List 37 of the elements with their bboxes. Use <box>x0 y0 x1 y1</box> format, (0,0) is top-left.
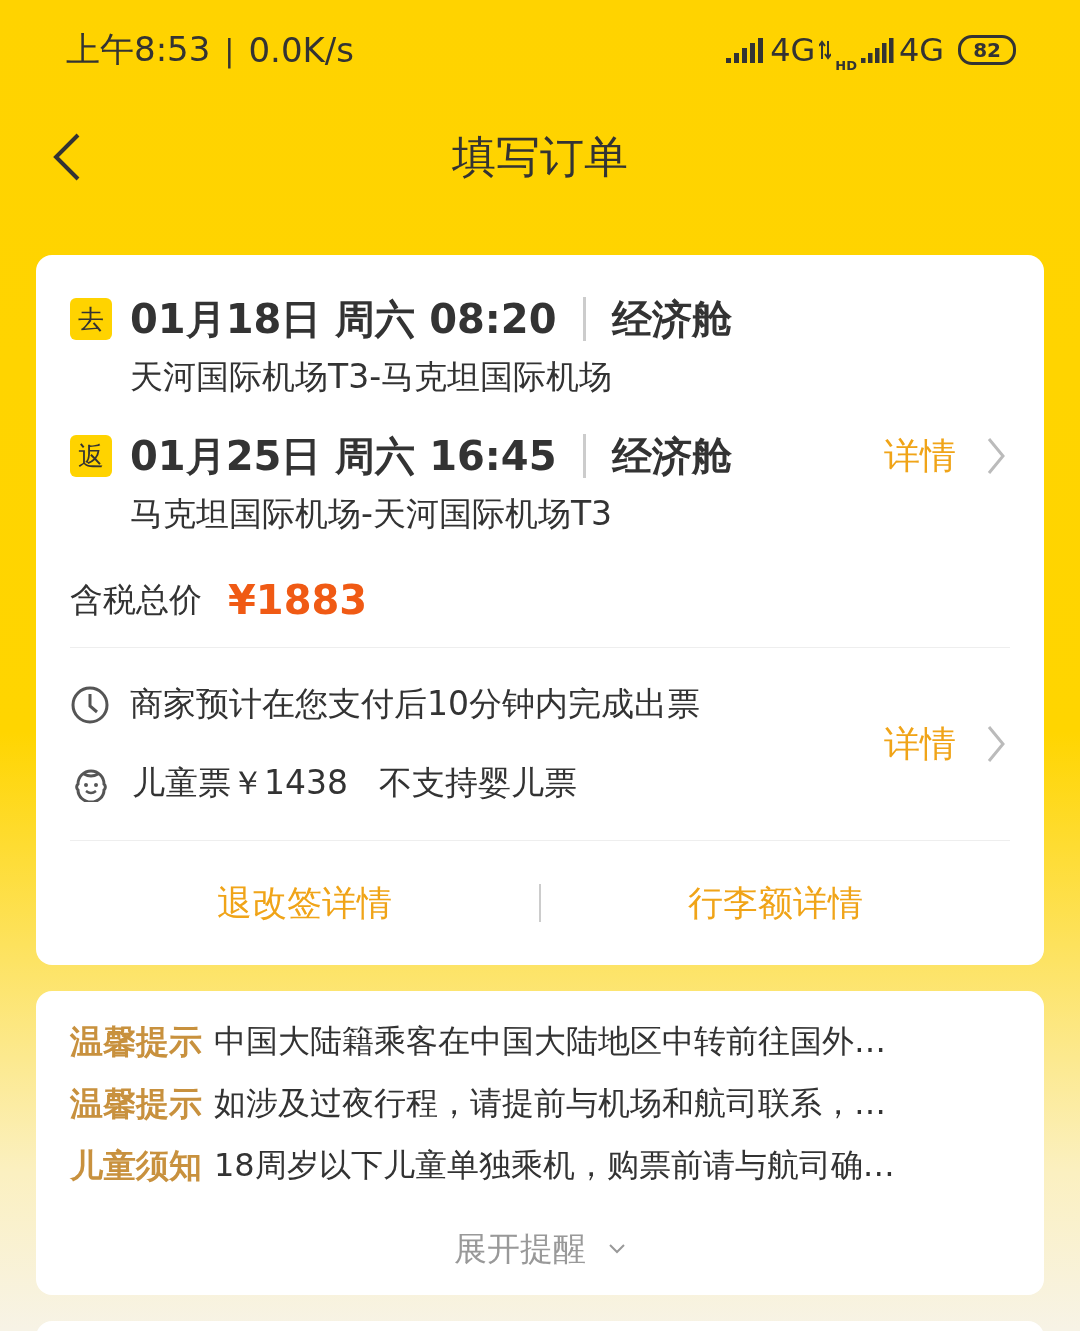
chevron-icon <box>986 724 1006 764</box>
chevron-icon <box>986 436 1006 476</box>
network-type: 4G <box>899 31 945 69</box>
cabin-class: 经济舱 <box>611 431 732 481</box>
notice-label: 儿童须知 <box>70 1144 202 1187</box>
flight-datetime: 01月25日 周六 16:45 <box>130 431 557 481</box>
cabin-class: 经济舱 <box>611 294 732 344</box>
details-link[interactable]: 详情 <box>884 431 1006 481</box>
trip-tag: 去 <box>70 298 112 340</box>
notice-text: 18周岁以下儿童单独乘机，购票前请与航司确… <box>214 1145 895 1186</box>
notice-text: 中国大陆籍乘客在中国大陆地区中转前往国外… <box>214 1021 886 1062</box>
clock-icon <box>70 684 110 725</box>
details-link[interactable]: 详情 <box>884 719 1006 769</box>
back-icon[interactable] <box>52 133 82 181</box>
chevron-down-icon <box>608 1243 626 1255</box>
battery-indicator: 82 <box>958 35 1016 65</box>
status-time: 上午8:53 <box>66 28 211 71</box>
page-title: 填写订单 <box>452 130 628 184</box>
info-text: 儿童票￥1438 不支持婴儿票 <box>132 762 578 804</box>
policy-link[interactable]: 退改签详情 <box>70 879 539 927</box>
policy-link[interactable]: 行李额详情 <box>541 879 1010 927</box>
expand-reminders-button[interactable]: 展开提醒 <box>454 1219 626 1279</box>
price-label: 含税总价 <box>70 578 202 621</box>
status-separator: | <box>224 32 235 68</box>
network-type: 4G <box>770 31 816 69</box>
notice-text: 如涉及过夜行程，请提前与机场和航司联系，… <box>214 1083 886 1124</box>
info-text: 商家预计在您支付后10分钟内完成出票 <box>130 683 700 725</box>
trip-tag: 返 <box>70 435 112 477</box>
total-price: ¥1883 <box>228 577 368 623</box>
notice-label: 温馨提示 <box>70 1082 202 1125</box>
hd-label: HD <box>835 57 857 73</box>
notice-label: 温馨提示 <box>70 1020 202 1063</box>
signal-icon <box>861 37 895 63</box>
flight-route: 天河国际机场T3-马克坦国际机场 <box>130 356 614 398</box>
flight-datetime: 01月18日 周六 08:20 <box>130 294 557 344</box>
network-speed: 0.0K/s <box>248 30 354 70</box>
flight-route: 马克坦国际机场-天河国际机场T3 <box>130 493 614 535</box>
